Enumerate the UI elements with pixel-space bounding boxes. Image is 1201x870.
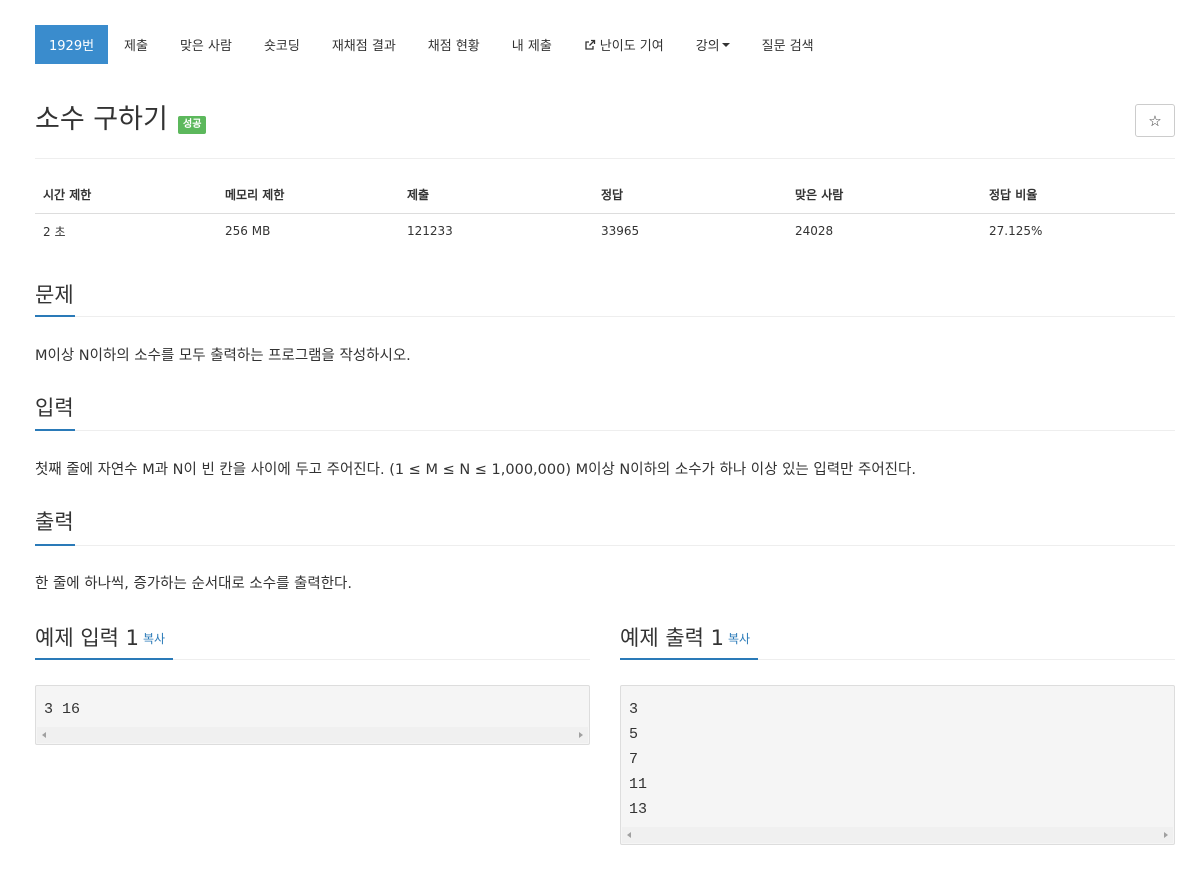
value-memory-limit: 256 MB — [225, 224, 271, 239]
problem-info-table: 시간 제한 메모리 제한 제출 정답 맞은 사람 정답 비율 2 초 256 M… — [35, 178, 1175, 249]
caret-down-icon — [721, 42, 730, 47]
example-input-scrollbar[interactable] — [37, 727, 588, 743]
section-underline-output — [35, 544, 75, 546]
example-input-title: 예제 입력 1 — [35, 626, 139, 650]
tab-problem[interactable]: 1929번 — [35, 25, 109, 64]
scroll-right-icon[interactable] — [1164, 832, 1168, 838]
section-divider-input — [35, 430, 1175, 431]
value-accepted: 33965 — [601, 224, 640, 239]
output-text: 한 줄에 하나씩, 증가하는 순서대로 소수를 출력한다. — [35, 576, 353, 592]
section-heading-example-input: 예제 입력 1 복사 — [35, 623, 165, 654]
tab-judge-status[interactable]: 채점 현황 — [412, 25, 496, 64]
example-output-line: 13 — [629, 801, 648, 818]
example-output-line: 3 — [629, 701, 639, 718]
favorite-button[interactable]: ☆ — [1135, 104, 1175, 137]
section-heading-output: 출력 — [35, 510, 74, 534]
tab-submit[interactable]: 제출 — [108, 25, 164, 64]
scroll-left-icon[interactable] — [627, 832, 631, 838]
tab-rejudge-results-label: 재채점 결과 — [331, 39, 396, 54]
scroll-right-icon[interactable] — [579, 732, 583, 738]
tab-judge-status-label: 채점 현황 — [427, 39, 480, 54]
tab-solved-users[interactable]: 맞은 사람 — [164, 25, 248, 64]
header-memory-limit: 메모리 제한 — [217, 178, 399, 214]
tab-question-search-label: 질문 검색 — [761, 39, 814, 54]
info-header-row: 시간 제한 메모리 제한 제출 정답 맞은 사람 정답 비율 — [35, 178, 1175, 214]
example-output-box[interactable]: 3 5 7 11 13 — [620, 685, 1175, 845]
section-underline-input — [35, 429, 75, 431]
example-output-scrollbar[interactable] — [622, 827, 1173, 843]
example-input-box[interactable]: 3 16 — [35, 685, 590, 745]
external-link-icon — [585, 39, 595, 50]
tab-submit-label: 제출 — [124, 39, 148, 54]
tab-difficulty-contribution-label: 난이도 기여 — [599, 39, 664, 54]
section-underline-example-output — [620, 658, 758, 660]
tab-my-submissions[interactable]: 내 제출 — [496, 25, 568, 64]
section-divider-description — [35, 316, 1175, 317]
problem-nav: 1929번 제출 맞은 사람 숏코딩 재채점 결과 채점 현황 내 제출 난이도… — [35, 25, 830, 64]
title-divider — [35, 158, 1175, 159]
section-underline-example-input — [35, 658, 173, 660]
tab-my-submissions-label: 내 제출 — [511, 39, 552, 54]
copy-example-output-link[interactable]: 복사 — [728, 632, 750, 646]
value-accept-ratio: 27.125% — [989, 224, 1043, 239]
header-accepted: 정답 — [593, 178, 787, 214]
tab-lectures-dropdown[interactable]: 강의 — [680, 25, 746, 64]
description-text: M이상 N이하의 소수를 모두 출력하는 프로그램을 작성하시오. — [35, 348, 411, 364]
info-value-row: 2 초 256 MB 121233 33965 24028 27.125% — [35, 213, 1175, 249]
problem-title-row: 소수 구하기 성공 ☆ — [35, 100, 1175, 140]
header-solved-users: 맞은 사람 — [787, 178, 981, 214]
section-heading-input: 입력 — [35, 396, 74, 420]
value-submissions: 121233 — [407, 224, 453, 239]
header-accept-ratio: 정답 비율 — [981, 178, 1175, 214]
value-time-limit: 2 초 — [43, 224, 66, 239]
example-output-code: 3 5 7 11 13 — [621, 686, 1174, 822]
example-input-code: 3 16 — [36, 686, 589, 722]
copy-example-input-link[interactable]: 복사 — [143, 632, 165, 646]
header-submissions: 제출 — [399, 178, 593, 214]
status-badge: 성공 — [178, 116, 207, 134]
star-icon: ☆ — [1148, 111, 1162, 130]
tab-short-coding[interactable]: 숏코딩 — [248, 25, 316, 64]
tab-problem-label: 1929번 — [49, 39, 95, 54]
scroll-left-icon[interactable] — [42, 732, 46, 738]
section-heading-description: 문제 — [35, 283, 74, 307]
tab-rejudge-results[interactable]: 재채점 결과 — [316, 25, 412, 64]
section-divider-output — [35, 545, 1175, 546]
page-title: 소수 구하기 — [35, 104, 168, 135]
example-output-line: 7 — [629, 751, 639, 768]
tab-solved-users-label: 맞은 사람 — [179, 39, 232, 54]
example-output-title: 예제 출력 1 — [620, 626, 724, 650]
tab-short-coding-label: 숏코딩 — [263, 39, 300, 54]
value-solved-users: 24028 — [795, 224, 834, 239]
input-text: 첫째 줄에 자연수 M과 N이 빈 칸을 사이에 두고 주어진다. (1 ≤ M… — [35, 462, 916, 478]
section-heading-example-output: 예제 출력 1 복사 — [620, 623, 750, 654]
header-time-limit: 시간 제한 — [35, 178, 217, 214]
example-input-line: 3 16 — [44, 701, 81, 718]
tab-lectures-label: 강의 — [695, 39, 720, 54]
tab-question-search[interactable]: 질문 검색 — [746, 25, 830, 64]
example-output-line: 11 — [629, 776, 648, 793]
tab-difficulty-contribution[interactable]: 난이도 기여 — [568, 25, 680, 64]
section-underline-description — [35, 315, 75, 317]
example-output-line: 5 — [629, 726, 639, 743]
